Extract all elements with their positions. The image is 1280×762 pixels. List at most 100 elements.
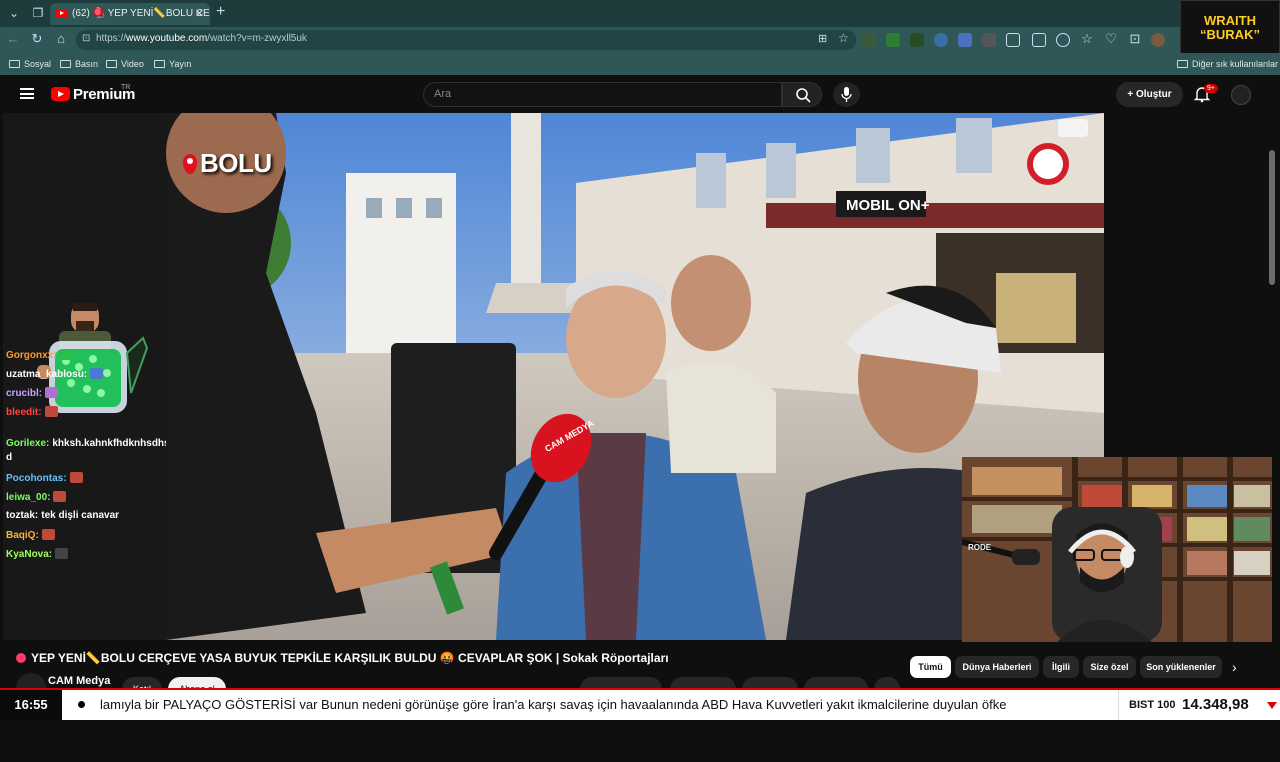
video-overlay-button[interactable] <box>1058 119 1088 137</box>
location-text: BOLU <box>200 148 272 178</box>
chip-recently-uploaded[interactable]: Son yüklenenler <box>1140 656 1222 678</box>
extension-icon[interactable] <box>958 33 972 47</box>
account-avatar[interactable] <box>1231 85 1251 105</box>
chat-message: Gorgonxx: <box>6 349 73 361</box>
region-code: TR <box>121 84 131 91</box>
heart-icon <box>16 653 26 663</box>
chat-username[interactable]: Gorilexe: <box>6 438 49 449</box>
chip-all[interactable]: Tümü <box>910 656 951 678</box>
channel-watermark-logo <box>1027 143 1069 185</box>
down-arrow-icon <box>1267 702 1277 709</box>
bookmark-label: Yayın <box>169 59 192 69</box>
chat-username[interactable]: leiwa_00: <box>6 492 50 503</box>
active-tab[interactable]: (62) 🪀 YEP YENİ📏BOLU CER ✕ <box>50 3 210 25</box>
refresh-extension-icon[interactable] <box>1056 33 1070 47</box>
stream-chat-overlay: Gorgonxx: uzatma_kablosu: crucibl: bleedit:… <box>3 113 170 640</box>
chat-username[interactable]: toztak: <box>6 510 38 521</box>
tab-list-chevron-icon[interactable]: ⌄ <box>4 4 24 22</box>
youtube-favicon-icon <box>56 8 68 18</box>
video-title-text: YEP YENİ📏BOLU CERÇEVE YASA BUYUK TEPKİLE… <box>31 651 669 665</box>
ticker-clock: 16:55 <box>0 690 62 720</box>
voice-search-button[interactable] <box>833 82 860 107</box>
other-bookmarks-folder[interactable]: Diğer sık kullanılanlar <box>1177 59 1278 69</box>
extension-icon[interactable] <box>862 33 876 47</box>
chat-emote-icon <box>90 368 104 379</box>
chat-username[interactable]: d <box>6 452 12 463</box>
channel-name[interactable]: CAM Medya <box>48 675 110 687</box>
chat-username[interactable]: crucibl: <box>6 388 42 399</box>
news-ticker: 16:55 lamıyla bir PALYAÇO GÖSTERİSİ var … <box>0 688 1280 720</box>
create-button[interactable]: + Oluştur <box>1116 82 1183 107</box>
url-path: /watch?v=m-zwyxll5uk <box>207 33 307 44</box>
bookmark-folder-basin[interactable]: Basın <box>60 59 98 69</box>
home-icon[interactable]: ⌂ <box>52 31 70 46</box>
overlay-badge-line-2: “BURAK” <box>1200 27 1260 42</box>
extensions-puzzle-icon[interactable] <box>1006 33 1020 47</box>
tab-title: (62) 🪀 YEP YENİ📏BOLU CER <box>72 8 210 19</box>
scrollbar-thumb[interactable] <box>1269 150 1275 285</box>
bookmark-label: Sosyal <box>24 59 52 69</box>
favorites-icon[interactable]: ☆ <box>1078 31 1096 47</box>
streamer-webcam: RODE <box>962 457 1272 642</box>
tab-close-icon[interactable]: ✕ <box>195 3 204 25</box>
url-host: www.youtube.com <box>126 33 208 44</box>
chat-username[interactable]: bleedit: <box>6 407 42 418</box>
hamburger-menu-icon[interactable] <box>20 88 34 99</box>
chat-message: bleedit: <box>6 406 58 418</box>
search-box[interactable] <box>423 82 782 107</box>
chat-message: uzatma_kablosu: <box>6 368 104 380</box>
chat-message: leiwa_00: <box>6 491 67 503</box>
video-title: YEP YENİ📏BOLU CERÇEVE YASA BUYUK TEPKİLE… <box>16 651 669 665</box>
stock-index-box: BIST 100 14.348,98 <box>1118 690 1280 720</box>
favorite-star-icon[interactable]: ☆ <box>838 31 849 45</box>
bookmark-folder-sosyal[interactable]: Sosyal <box>9 59 51 69</box>
workspaces-icon[interactable]: ❐ <box>28 4 48 22</box>
extension-icon[interactable] <box>982 33 996 47</box>
chips-next-chevron-icon[interactable]: › <box>1232 659 1237 675</box>
chat-message: Pocohontas: <box>6 472 83 484</box>
page-scrollbar[interactable] <box>1267 150 1277 762</box>
search-input[interactable] <box>434 88 764 100</box>
extension-icon[interactable] <box>886 33 900 47</box>
video-location-tag: BOLU <box>183 148 272 179</box>
url-field[interactable]: ⊡ https://www.youtube.com/watch?v=m-zwyx… <box>76 30 856 50</box>
chat-emote-icon <box>45 387 59 398</box>
chat-message: BaqiQ: <box>6 529 55 541</box>
collections-icon[interactable]: ⊡ <box>1126 31 1144 47</box>
split-view-icon[interactable] <box>1032 33 1046 47</box>
chat-emote-icon <box>44 406 58 417</box>
chat-username[interactable]: uzatma_kablosu: <box>6 369 87 380</box>
chip-for-you[interactable]: Size özel <box>1083 656 1136 678</box>
chat-username[interactable]: KyaNova: <box>6 549 52 560</box>
folder-icon <box>9 60 20 68</box>
streamer-overlay-badge: WRAITH “BURAK” <box>1180 0 1280 56</box>
chip-related[interactable]: İlgili <box>1043 656 1079 678</box>
microphone-icon <box>841 87 852 102</box>
profile-avatar[interactable] <box>1151 33 1165 47</box>
folder-icon <box>106 60 117 68</box>
heart-pulse-icon[interactable]: ♡ <box>1102 31 1120 47</box>
reload-icon[interactable]: ↻ <box>28 31 46 47</box>
search-button[interactable] <box>782 82 822 107</box>
extension-icon[interactable] <box>934 33 948 47</box>
new-tab-button[interactable]: + <box>216 3 225 21</box>
chat-message: KyaNova: <box>6 548 69 560</box>
folder-icon <box>154 60 165 68</box>
bookmark-folder-video[interactable]: Video <box>106 59 144 69</box>
chat-text: tek dişli canavar <box>41 510 120 521</box>
site-info-icon[interactable]: ⊡ <box>82 33 90 44</box>
chat-emote-icon <box>53 491 67 502</box>
chat-emote-icon <box>69 472 83 483</box>
notification-count-badge: 9+ <box>1204 84 1218 93</box>
extension-icon[interactable] <box>910 33 924 47</box>
back-icon[interactable]: ← <box>4 31 22 46</box>
youtube-logo-icon[interactable] <box>51 87 70 101</box>
chip-world-news[interactable]: Dünya Haberleri <box>955 656 1039 678</box>
chat-username[interactable]: Gorgonxx: <box>6 350 57 361</box>
chat-username[interactable]: BaqiQ: <box>6 530 39 541</box>
app-available-icon[interactable]: ⊞ <box>818 32 827 45</box>
chat-username[interactable]: Pocohontas: <box>6 473 67 484</box>
chat-message: Gorilexe: khksh.kahnkfhdknhsdhs <box>6 438 170 449</box>
bookmark-folder-yayin[interactable]: Yayın <box>154 59 191 69</box>
browser-tab-bar: ⌄ ❐ (62) 🪀 YEP YENİ📏BOLU CER ✕ + <box>0 0 1280 27</box>
